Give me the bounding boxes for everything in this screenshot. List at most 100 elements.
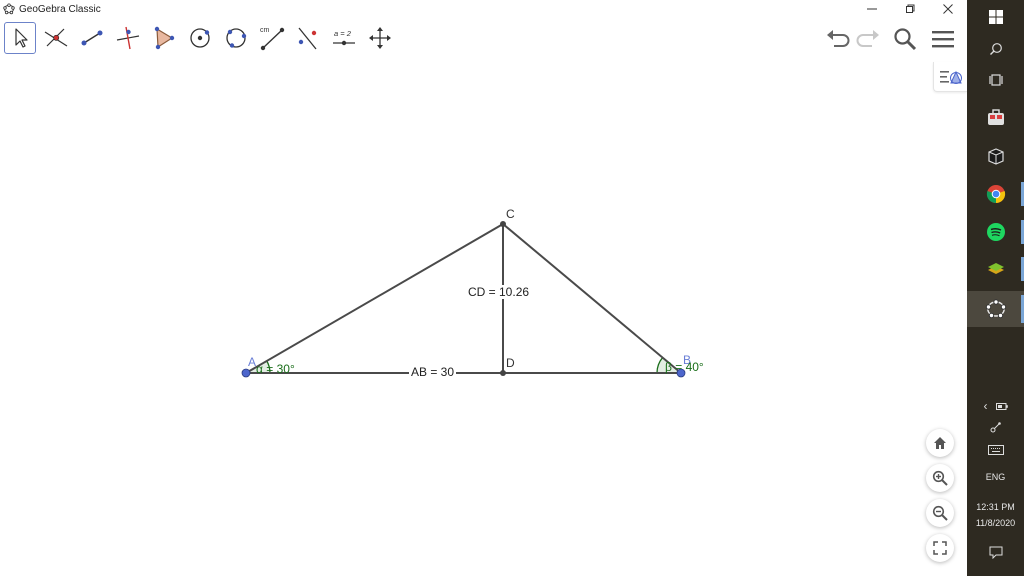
store-app-icon <box>987 109 1004 125</box>
home-icon <box>934 437 946 449</box>
undo-icon <box>827 30 850 47</box>
reflect-about-line-icon <box>298 27 317 50</box>
restore-button[interactable] <box>891 0 929 18</box>
segment-tool-icon <box>81 30 103 46</box>
network-tray[interactable] <box>967 419 1024 435</box>
system-tray: ‹ <box>967 397 1024 415</box>
point-a[interactable] <box>241 368 251 378</box>
standard-view-button[interactable] <box>926 429 954 457</box>
zoom-in-button[interactable] <box>926 464 954 492</box>
polygon-tool-button[interactable] <box>148 22 180 54</box>
circle-through-points-button[interactable] <box>220 22 252 54</box>
angle-alpha-label: α = 30° <box>256 362 295 376</box>
restore-icon <box>906 4 915 13</box>
main-menu-button[interactable] <box>928 24 958 54</box>
segment-cd-label: CD = 10.26 <box>466 285 532 299</box>
search-button[interactable] <box>890 24 920 54</box>
layers-app-icon <box>987 263 1004 274</box>
segment-tool-button[interactable] <box>76 22 108 54</box>
distance-tool-button[interactable]: cm <box>256 22 288 54</box>
taskbar-spotify[interactable] <box>967 218 1024 246</box>
point-d-label: D <box>506 356 515 370</box>
windows-logo-icon <box>988 10 1003 24</box>
circle-through-points-icon <box>226 28 247 48</box>
zoom-in-icon <box>932 470 948 486</box>
taskbar-app-1[interactable] <box>967 104 1024 132</box>
minimize-icon <box>867 8 877 10</box>
taskbar-chrome[interactable] <box>967 180 1024 208</box>
notification-icon <box>989 546 1002 559</box>
battery-icon[interactable] <box>995 402 1008 410</box>
keyboard-icon <box>987 445 1004 455</box>
package-app-icon <box>987 148 1004 165</box>
network-icon <box>990 422 1001 433</box>
graphics-view[interactable]: A B C D AB = 30 CD = 10.26 α = 30° β = 4… <box>0 60 967 576</box>
fullscreen-icon <box>933 541 947 555</box>
geogebra-app-icon <box>3 3 15 15</box>
style-bar-toggle[interactable] <box>933 62 967 92</box>
geogebra-window: GeoGebra Classic cm a = 2 A B C D AB = 3… <box>0 0 1024 576</box>
undo-button[interactable] <box>823 24 853 54</box>
circle-center-point-icon <box>190 28 210 48</box>
move-tool-button[interactable] <box>4 22 36 54</box>
fullscreen-button[interactable] <box>926 534 954 562</box>
task-view-icon <box>988 74 1003 86</box>
keyboard-tray[interactable] <box>967 442 1024 458</box>
slider-tool-text: a = 2 <box>334 29 352 38</box>
move-tool-icon <box>15 28 28 48</box>
title-bar: GeoGebra Classic <box>0 0 967 18</box>
search-icon <box>989 43 1002 55</box>
taskbar-app-layers[interactable] <box>967 255 1024 283</box>
slider-tool-button[interactable]: a = 2 <box>328 22 360 54</box>
reflect-about-line-button[interactable] <box>292 22 324 54</box>
date-label: 11/8/2020 <box>975 518 1016 528</box>
toolbar: cm a = 2 <box>0 18 967 60</box>
move-graphics-view-icon <box>369 27 391 49</box>
point-on-intersection-button[interactable] <box>40 22 72 54</box>
distance-tool-text: cm <box>260 27 270 34</box>
point-a-label: A <box>248 355 257 369</box>
windows-taskbar: ‹ ENG 12:31 PM 11/8/2020 <box>967 0 1024 576</box>
perpendicular-line-icon <box>116 26 140 50</box>
task-view-button[interactable] <box>967 67 1024 93</box>
point-c-label: C <box>506 207 515 221</box>
redo-button[interactable] <box>853 24 883 54</box>
slider-tool-icon: a = 2 <box>333 29 355 46</box>
zoom-out-button[interactable] <box>926 499 954 527</box>
spotify-icon <box>986 223 1005 241</box>
circle-center-point-button[interactable] <box>184 22 216 54</box>
close-icon <box>943 4 953 14</box>
window-title: GeoGebra Classic <box>19 3 101 15</box>
segment-ac[interactable] <box>245 223 504 374</box>
point-d[interactable] <box>500 370 506 376</box>
segment-ab-label: AB = 30 <box>409 365 457 379</box>
menu-icon <box>932 31 954 48</box>
taskbar-search-button[interactable] <box>967 36 1024 62</box>
move-graphics-view-button[interactable] <box>364 22 396 54</box>
point-c[interactable] <box>500 221 506 227</box>
redo-icon <box>856 30 879 47</box>
taskbar-geogebra[interactable] <box>967 291 1024 327</box>
language-label: ENG <box>985 472 1006 482</box>
minimize-button[interactable] <box>853 0 891 18</box>
distance-tool-icon: cm <box>260 27 285 51</box>
search-icon <box>894 28 917 51</box>
taskbar-app-2[interactable] <box>967 142 1024 170</box>
chrome-icon <box>986 185 1005 204</box>
clock-time[interactable]: 12:31 PM <box>967 500 1024 514</box>
polygon-tool-icon <box>154 26 175 50</box>
point-on-intersection-icon <box>44 28 68 47</box>
start-button[interactable] <box>967 4 1024 30</box>
construction-canvas <box>241 221 686 378</box>
language-indicator[interactable]: ENG <box>967 469 1024 485</box>
clock-date[interactable]: 11/8/2020 <box>967 516 1024 530</box>
zoom-out-icon <box>932 505 948 521</box>
geogebra-app-icon <box>985 299 1006 319</box>
angle-beta-label: β = 40° <box>665 360 704 374</box>
style-bar-icon <box>939 70 962 84</box>
action-center-button[interactable] <box>967 543 1024 561</box>
time-label: 12:31 PM <box>976 502 1015 512</box>
perpendicular-line-button[interactable] <box>112 22 144 54</box>
close-button[interactable] <box>929 0 967 18</box>
show-hidden-icons-chevron-icon[interactable]: ‹ <box>984 399 988 413</box>
